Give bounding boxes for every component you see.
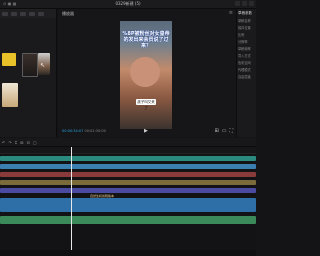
timeline-toolbar: ↶ ↷ ⌶ ⊞ ⊟ ▢ xyxy=(0,138,256,147)
tab-sticker[interactable] xyxy=(29,11,35,16)
box-icon[interactable]: ▢ xyxy=(33,140,37,145)
main-video-track: 自然生机剪辑版本 xyxy=(0,194,256,212)
close-icon[interactable] xyxy=(249,1,254,6)
split-icon[interactable]: ⌶ xyxy=(15,140,17,145)
props-row: 导入方式 xyxy=(238,54,251,58)
menu-icon[interactable]: ≡ xyxy=(229,10,233,16)
music-track xyxy=(0,216,256,224)
track-clip[interactable] xyxy=(0,216,256,224)
remove-icon[interactable]: ⊟ xyxy=(26,140,29,145)
text-track xyxy=(0,164,256,169)
video-caption: %8P被粉丝对女皇帝的发出来会员说了过来？ xyxy=(122,31,170,49)
fullscreen-icon[interactable]: ⛶ xyxy=(229,128,233,134)
timeline-scrollbar[interactable] xyxy=(0,250,256,256)
player-title: 播放器 xyxy=(62,11,74,16)
sticker-track xyxy=(0,172,256,177)
tab-media[interactable] xyxy=(2,11,8,16)
maximize-icon[interactable] xyxy=(242,1,247,6)
media-thumb[interactable] xyxy=(2,83,18,107)
clip-label: 自然生机剪辑版本 xyxy=(90,194,115,198)
play-button[interactable]: ▶ xyxy=(144,128,148,134)
timecode: 00:00:34:07 00:02:30:00 xyxy=(62,129,106,133)
timecode-total: 00:02:30:00 xyxy=(84,129,106,133)
folder-thumb[interactable] xyxy=(2,53,16,66)
media-tabs xyxy=(0,9,56,18)
props-row: 比例 xyxy=(238,33,245,37)
media-panel: ↖ xyxy=(0,9,57,137)
audio-track xyxy=(0,188,256,193)
player-right-icons: ⊞ ▭ ⛶ xyxy=(215,128,233,134)
props-title: 草稿参数 xyxy=(238,11,252,15)
tab-text[interactable] xyxy=(20,11,26,16)
timeline-ruler[interactable] xyxy=(0,147,256,154)
track-clip[interactable] xyxy=(0,180,256,185)
track-clip[interactable] xyxy=(0,198,256,212)
timecode-current: 00:00:34:07 xyxy=(62,129,84,133)
window-controls xyxy=(235,1,254,6)
video-sticker: 孩子叫又来了 xyxy=(136,99,156,110)
redo-icon[interactable]: ↷ xyxy=(8,140,11,145)
props-row: 草稿名称 xyxy=(238,19,251,23)
video-subject xyxy=(130,57,160,87)
properties-panel: 草稿参数 草稿名称 保存位置 比例 分辨率 草稿帧率 导入方式 色彩空间 代理模… xyxy=(237,9,256,137)
props-row: 色彩空间 xyxy=(238,61,251,65)
cursor-icon: ↖ xyxy=(40,62,46,69)
playhead[interactable] xyxy=(71,147,72,255)
undo-icon[interactable]: ↶ xyxy=(2,140,5,145)
minimize-icon[interactable] xyxy=(235,1,240,6)
props-row: 保存位置 xyxy=(238,26,251,30)
media-thumb[interactable] xyxy=(22,53,38,77)
props-row: 自由层级 xyxy=(238,75,251,79)
tab-audio[interactable] xyxy=(11,11,17,16)
track-clip[interactable] xyxy=(0,172,256,177)
video-preview[interactable]: %8P被粉丝对女皇帝的发出来会员说了过来？ 孩子叫又来了 xyxy=(120,21,172,129)
track-clip[interactable] xyxy=(0,164,256,169)
props-row: 代理模式 xyxy=(238,68,251,72)
crop-icon[interactable]: ⊞ xyxy=(215,128,219,134)
track-clip[interactable] xyxy=(0,188,256,193)
track-clip[interactable] xyxy=(0,156,256,161)
text-track xyxy=(0,156,256,161)
player-panel: 播放器 ≡ %8P被粉丝对女皇帝的发出来会员说了过来？ 孩子叫又来了 00:00… xyxy=(58,9,237,137)
add-icon[interactable]: ⊞ xyxy=(20,140,23,145)
props-row: 分辨率 xyxy=(238,40,248,44)
effect-track xyxy=(0,180,256,185)
tab-effects[interactable] xyxy=(38,11,44,16)
props-row: 草稿帧率 xyxy=(238,47,251,51)
ratio-icon[interactable]: ▭ xyxy=(222,128,227,134)
timeline-panel: ↶ ↷ ⌶ ⊞ ⊟ ▢ 自然生机剪辑版本 xyxy=(0,138,256,256)
window-title: 0329新建 (5) xyxy=(115,1,141,6)
title-bar: ⊙ ▣ ▦ 0329新建 (5) xyxy=(0,0,256,9)
